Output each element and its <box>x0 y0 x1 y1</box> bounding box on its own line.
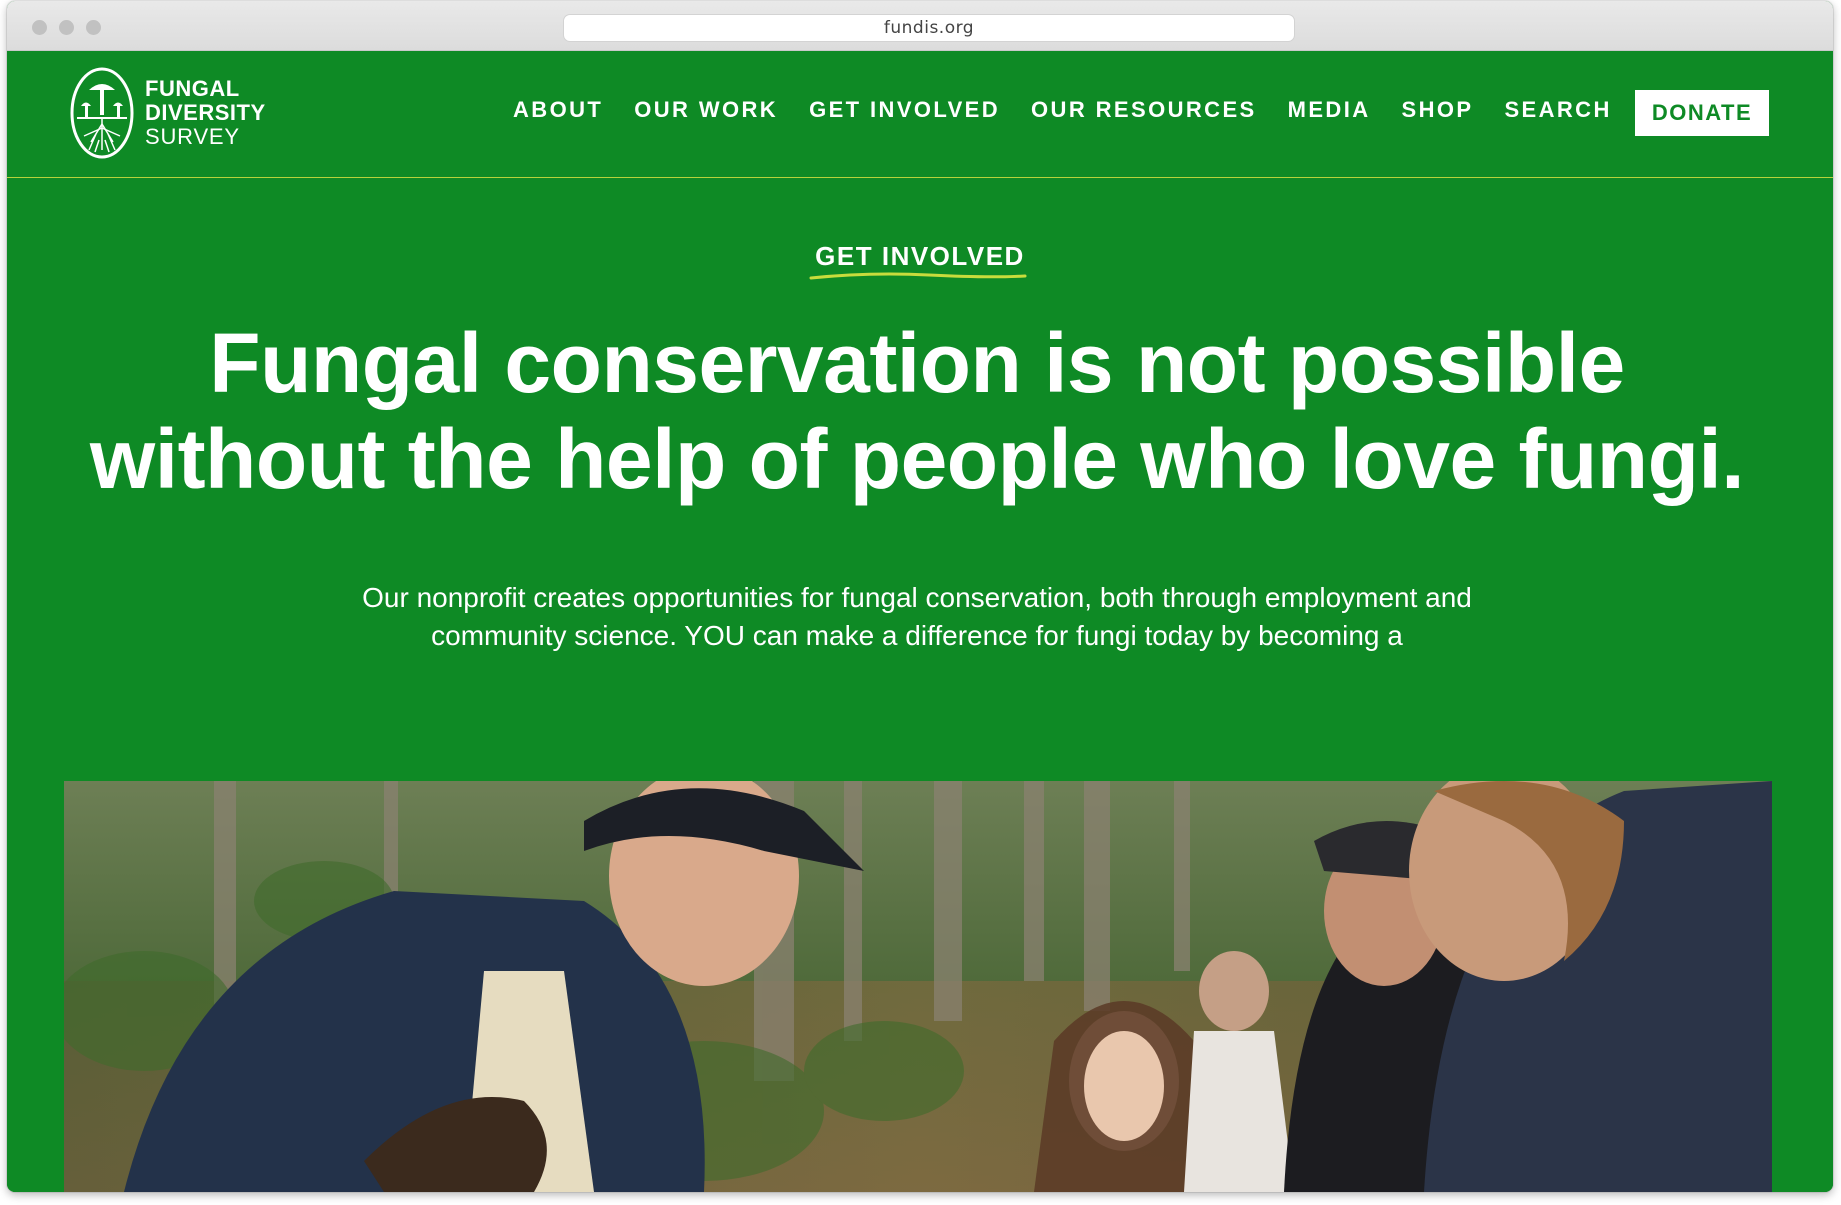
window-minimize-button[interactable] <box>59 20 74 35</box>
nav-our-resources[interactable]: OUR RESOURCES <box>1031 97 1257 123</box>
mushroom-roots-icon <box>70 67 134 159</box>
logo-wordmark: FUNGAL DIVERSITY SURVEY <box>145 77 266 149</box>
hero-title: Fungal conservation is not possible with… <box>89 316 1745 506</box>
underline-squiggle <box>809 272 1027 280</box>
nav-search[interactable]: SEARCH <box>1504 97 1611 123</box>
browser-toolbar: fundis.org <box>7 1 1833 51</box>
nav-our-work[interactable]: OUR WORK <box>634 97 778 123</box>
site-header: FUNGAL DIVERSITY SURVEY ABOUT OUR WORK G… <box>7 51 1833 178</box>
logo-line-3: SURVEY <box>145 124 240 149</box>
site-logo[interactable]: FUNGAL DIVERSITY SURVEY <box>69 65 279 161</box>
nav-about[interactable]: ABOUT <box>513 97 603 123</box>
section-eyebrow: GET INVOLVED <box>7 241 1833 280</box>
nav-media[interactable]: MEDIA <box>1288 97 1371 123</box>
browser-window: fundis.org FUNGAL DIVERSITY SURVEY ABOUT… <box>7 1 1833 1192</box>
address-bar-url: fundis.org <box>883 18 975 38</box>
nav-get-involved[interactable]: GET INVOLVED <box>809 97 1000 123</box>
nav-shop[interactable]: SHOP <box>1402 97 1474 123</box>
eyebrow-label: GET INVOLVED <box>815 241 1025 271</box>
hero-photo <box>64 781 1772 1192</box>
address-bar[interactable]: fundis.org <box>563 14 1295 42</box>
logo-line-2: DIVERSITY <box>145 100 266 125</box>
donate-button[interactable]: DONATE <box>1635 90 1769 136</box>
main-nav: ABOUT OUR WORK GET INVOLVED OUR RESOURCE… <box>513 97 1643 123</box>
window-close-button[interactable] <box>32 20 47 35</box>
logo-line-1: FUNGAL <box>145 76 240 101</box>
page: FUNGAL DIVERSITY SURVEY ABOUT OUR WORK G… <box>7 51 1833 1192</box>
forest-foray-photo <box>64 781 1772 1192</box>
window-zoom-button[interactable] <box>86 20 101 35</box>
hero-subtitle: Our nonprofit creates opportunities for … <box>362 582 1472 651</box>
